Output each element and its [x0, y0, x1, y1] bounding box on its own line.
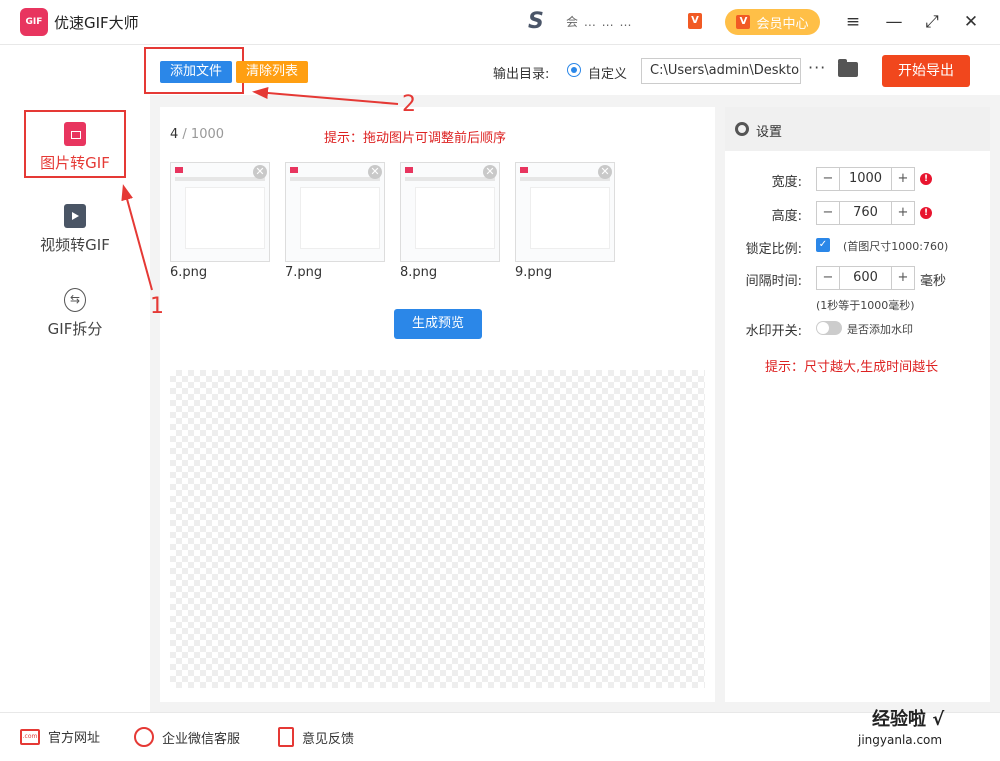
- annotation-number-1: 1: [150, 294, 164, 319]
- arrow-2: [252, 87, 399, 105]
- annotation-number-2: 2: [402, 92, 416, 117]
- annotation-arrows: [121, 87, 399, 291]
- arrow-1: [121, 184, 153, 291]
